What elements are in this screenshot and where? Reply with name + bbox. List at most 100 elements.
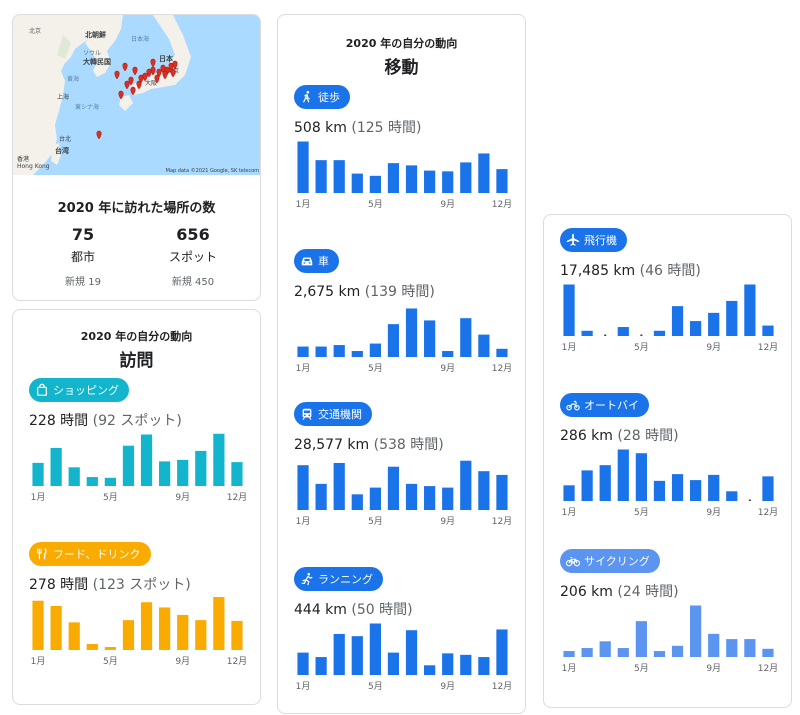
food-bar[interactable]	[159, 607, 171, 650]
motorbike-bar[interactable]	[690, 480, 702, 501]
transit-bar[interactable]	[442, 487, 454, 510]
motorbike-bar[interactable]	[599, 465, 611, 501]
visited-places-map[interactable]: 北京 北朝鮮 日本海 ソウル 大韓民国 日本 東京 大阪 黄海 上海 東シナ海 …	[13, 15, 261, 175]
cycling-bar[interactable]	[653, 651, 666, 657]
shopping-bar[interactable]	[86, 477, 98, 486]
transit-bar[interactable]	[424, 486, 436, 510]
shopping-bar[interactable]	[195, 450, 207, 486]
running-bar[interactable]	[478, 657, 490, 675]
flight-bar[interactable]	[744, 284, 756, 336]
transit-bar[interactable]	[297, 465, 309, 510]
walking-bar[interactable]	[496, 169, 508, 193]
cycling-bar[interactable]	[635, 621, 647, 657]
flight-bar[interactable]	[726, 300, 738, 336]
transit-bar-chart[interactable]: 1月 5月 9月 12月	[294, 402, 512, 538]
food-bar[interactable]	[104, 647, 116, 650]
food-bar[interactable]	[68, 622, 80, 650]
car-bar[interactable]	[351, 351, 363, 357]
transit-bar[interactable]	[478, 471, 490, 510]
transit-bar[interactable]	[496, 474, 508, 510]
car-bar[interactable]	[460, 318, 472, 357]
walking-bar[interactable]	[315, 160, 327, 193]
cycling-bar[interactable]	[617, 648, 629, 657]
flight-bar[interactable]	[690, 321, 702, 336]
cycling-bar[interactable]	[581, 648, 593, 657]
cycling-bar[interactable]	[599, 641, 611, 657]
food-bar[interactable]	[140, 602, 153, 650]
moves-card[interactable]: 2020 年の自分の動向 移動 徒歩 508 km (125 時間) 1月 5月 9月 1…	[277, 14, 526, 714]
motorbike-bar[interactable]	[563, 485, 575, 501]
visits-card[interactable]: 2020 年の自分の動向 訪問 ショッピング 228 時間 (92 スポット) 1月…	[12, 309, 261, 705]
flight-bar[interactable]	[581, 330, 593, 336]
food-bar[interactable]	[231, 620, 243, 650]
transit-bar[interactable]	[405, 483, 418, 510]
food-bar[interactable]	[213, 597, 225, 650]
walking-bar[interactable]	[405, 165, 418, 193]
food-bar-chart[interactable]: 1月 5月 9月 12月	[29, 542, 247, 678]
car-bar-chart[interactable]: 1月 5月 9月 12月	[294, 249, 512, 385]
running-bar[interactable]	[442, 653, 454, 675]
motorbike-bar[interactable]	[617, 449, 629, 501]
flight-bar[interactable]	[617, 327, 629, 336]
cycling-bar[interactable]	[762, 648, 774, 657]
cycling-bar[interactable]	[708, 633, 720, 657]
cycling-bar[interactable]	[744, 639, 756, 657]
shopping-bar[interactable]	[104, 477, 116, 486]
running-bar[interactable]	[424, 665, 436, 675]
car-bar[interactable]	[387, 324, 400, 357]
walking-bar[interactable]	[424, 170, 436, 193]
car-bar[interactable]	[297, 346, 309, 357]
flight-bar[interactable]	[708, 312, 720, 336]
flight-bar[interactable]	[762, 325, 774, 336]
cycling-bar[interactable]	[671, 645, 684, 657]
flight-bar[interactable]	[653, 330, 666, 336]
walking-bar-chart[interactable]: 1月 5月 9月 12月	[294, 85, 512, 221]
shopping-bar[interactable]	[159, 461, 171, 486]
shopping-bar[interactable]	[32, 462, 44, 486]
walking-bar[interactable]	[460, 162, 472, 193]
car-bar[interactable]	[369, 343, 381, 357]
running-bar[interactable]	[297, 652, 309, 675]
car-bar[interactable]	[442, 351, 454, 357]
shopping-bar[interactable]	[177, 459, 189, 486]
transit-bar[interactable]	[387, 466, 400, 510]
food-bar[interactable]	[32, 600, 44, 650]
walking-bar[interactable]	[297, 141, 309, 193]
food-bar[interactable]	[86, 644, 98, 650]
motorbike-bar[interactable]	[653, 480, 666, 501]
cycling-bar[interactable]	[563, 651, 575, 657]
food-bar[interactable]	[195, 620, 207, 650]
walking-bar[interactable]	[478, 153, 490, 193]
car-bar[interactable]	[424, 320, 436, 357]
transit-bar[interactable]	[315, 483, 327, 510]
shopping-bar[interactable]	[213, 433, 225, 486]
motorbike-bar[interactable]	[726, 491, 738, 501]
cycling-bar[interactable]	[726, 639, 738, 657]
running-bar[interactable]	[333, 633, 345, 675]
transit-bar[interactable]	[460, 460, 472, 510]
running-bar[interactable]	[496, 629, 508, 675]
shopping-bar[interactable]	[50, 447, 62, 486]
running-bar[interactable]	[387, 652, 400, 675]
shopping-bar-chart[interactable]: 1月 5月 9月 12月	[29, 378, 247, 514]
running-bar[interactable]	[351, 636, 363, 675]
shopping-bar[interactable]	[231, 462, 243, 486]
transit-bar[interactable]	[333, 462, 345, 510]
motorbike-bar[interactable]	[762, 476, 774, 501]
moves-card-continued[interactable]: 飛行機 17,485 km (46 時間) 1月 5月 9月 12月 オートバイ 286 km…	[543, 214, 792, 708]
places-card[interactable]: 北京 北朝鮮 日本海 ソウル 大韓民国 日本 東京 大阪 黄海 上海 東シナ海 …	[12, 14, 261, 301]
walking-bar[interactable]	[442, 171, 454, 193]
running-bar[interactable]	[369, 623, 381, 675]
running-bar[interactable]	[315, 657, 327, 675]
motorbike-bar-chart[interactable]: 1月 5月 9月 12月	[560, 393, 778, 529]
flight-bar[interactable]	[671, 306, 684, 336]
shopping-bar[interactable]	[122, 445, 135, 486]
walking-bar[interactable]	[369, 175, 381, 193]
transit-bar[interactable]	[351, 494, 363, 510]
food-bar[interactable]	[177, 614, 189, 650]
transit-bar[interactable]	[369, 487, 381, 510]
food-bar[interactable]	[50, 605, 62, 650]
running-bar[interactable]	[460, 654, 472, 675]
walking-bar[interactable]	[351, 173, 363, 193]
walking-bar[interactable]	[333, 160, 345, 193]
